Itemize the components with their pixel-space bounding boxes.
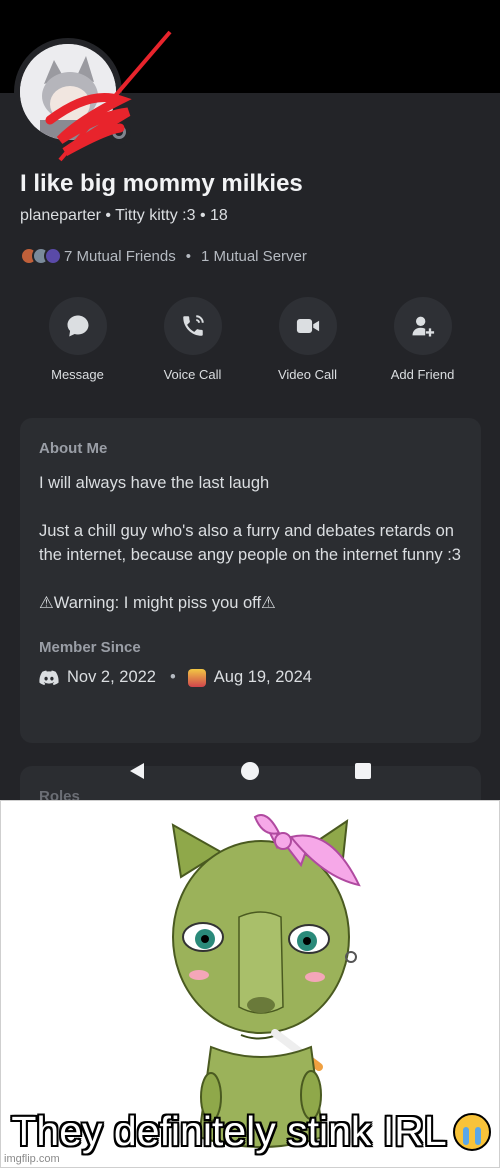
nav-recents-button[interactable] [351,759,375,783]
meme-panel: They definitely stink IRL imgflip.com [0,800,500,1168]
nav-home-button[interactable] [238,759,262,783]
imgflip-watermark: imgflip.com [4,1153,60,1165]
mutuals-row: 7 Mutual Friends • 1 Mutual Server [20,245,307,267]
server-join-date: Aug 19, 2024 [213,668,312,686]
status-offline-icon [107,120,131,144]
member-since-separator: • [169,668,176,686]
video-call-label: Video Call [277,367,338,382]
server-icon [187,668,206,687]
mutual-avatar [44,247,62,265]
nav-back-button[interactable] [125,759,149,783]
video-call-button[interactable]: Video Call [250,297,365,382]
caption-text: They definitely stink IRL [11,1108,447,1154]
member-since-heading: Member Since [39,639,141,656]
age: 18 [210,207,228,224]
avatar[interactable] [14,38,131,146]
home-circle-icon [240,762,259,780]
mutual-avatars [20,247,62,265]
voice-call-button[interactable]: Voice Call [135,297,250,382]
about-line [39,567,462,591]
loudly-crying-face-icon [452,1113,491,1151]
mutual-servers-link[interactable]: 1 Mutual Server [201,248,307,265]
member-since-row: Nov 2, 2022 • Aug 19, 2024 [39,668,462,687]
pronouns: Titty kitty :3 [115,207,196,224]
message-label: Message [51,367,104,382]
about-me-text: I will always have the last laugh Just a… [39,471,462,615]
phone-icon [182,315,204,336]
display-name: I like big mommy milkies [20,170,303,197]
username: planeparter [20,207,101,224]
discord-logo-icon [39,670,59,685]
discord-join-date: Nov 2, 2022 [67,668,156,686]
about-me-heading: About Me [39,440,108,457]
about-line [39,495,462,519]
about-line: Just a chill guy who's also a furry and … [39,522,461,564]
about-line: ⚠Warning: I might piss you off⚠ [39,594,276,612]
video-icon [296,319,319,333]
add-friend-button[interactable]: Add Friend [365,297,480,382]
profile-actions: Message Voice Call Video Call Add Friend [20,297,480,382]
add-friend-icon [412,316,434,337]
about-me-card: About Me I will always have the last lau… [20,418,481,743]
discord-profile-screenshot: I like big mommy milkies planeparter • T… [0,0,500,800]
mutual-friends-link[interactable]: 7 Mutual Friends [64,248,176,265]
meme-caption: They definitely stink IRL [1,1108,499,1155]
message-icon [67,315,88,337]
mutual-separator: • [185,247,191,265]
back-triangle-icon [129,763,144,779]
anime-character-avatar-icon [20,44,116,140]
about-line: I will always have the last laugh [39,474,270,492]
recents-square-icon [355,763,372,779]
add-friend-label: Add Friend [390,367,455,382]
subline-separator: • [105,207,112,224]
avatar-image [20,44,116,140]
voice-call-label: Voice Call [163,367,222,382]
android-nav-bar [0,746,500,796]
profile-subline: planeparter • Titty kitty :3 • 18 [20,207,228,225]
message-button[interactable]: Message [20,297,135,382]
age-separator: • [199,207,206,224]
